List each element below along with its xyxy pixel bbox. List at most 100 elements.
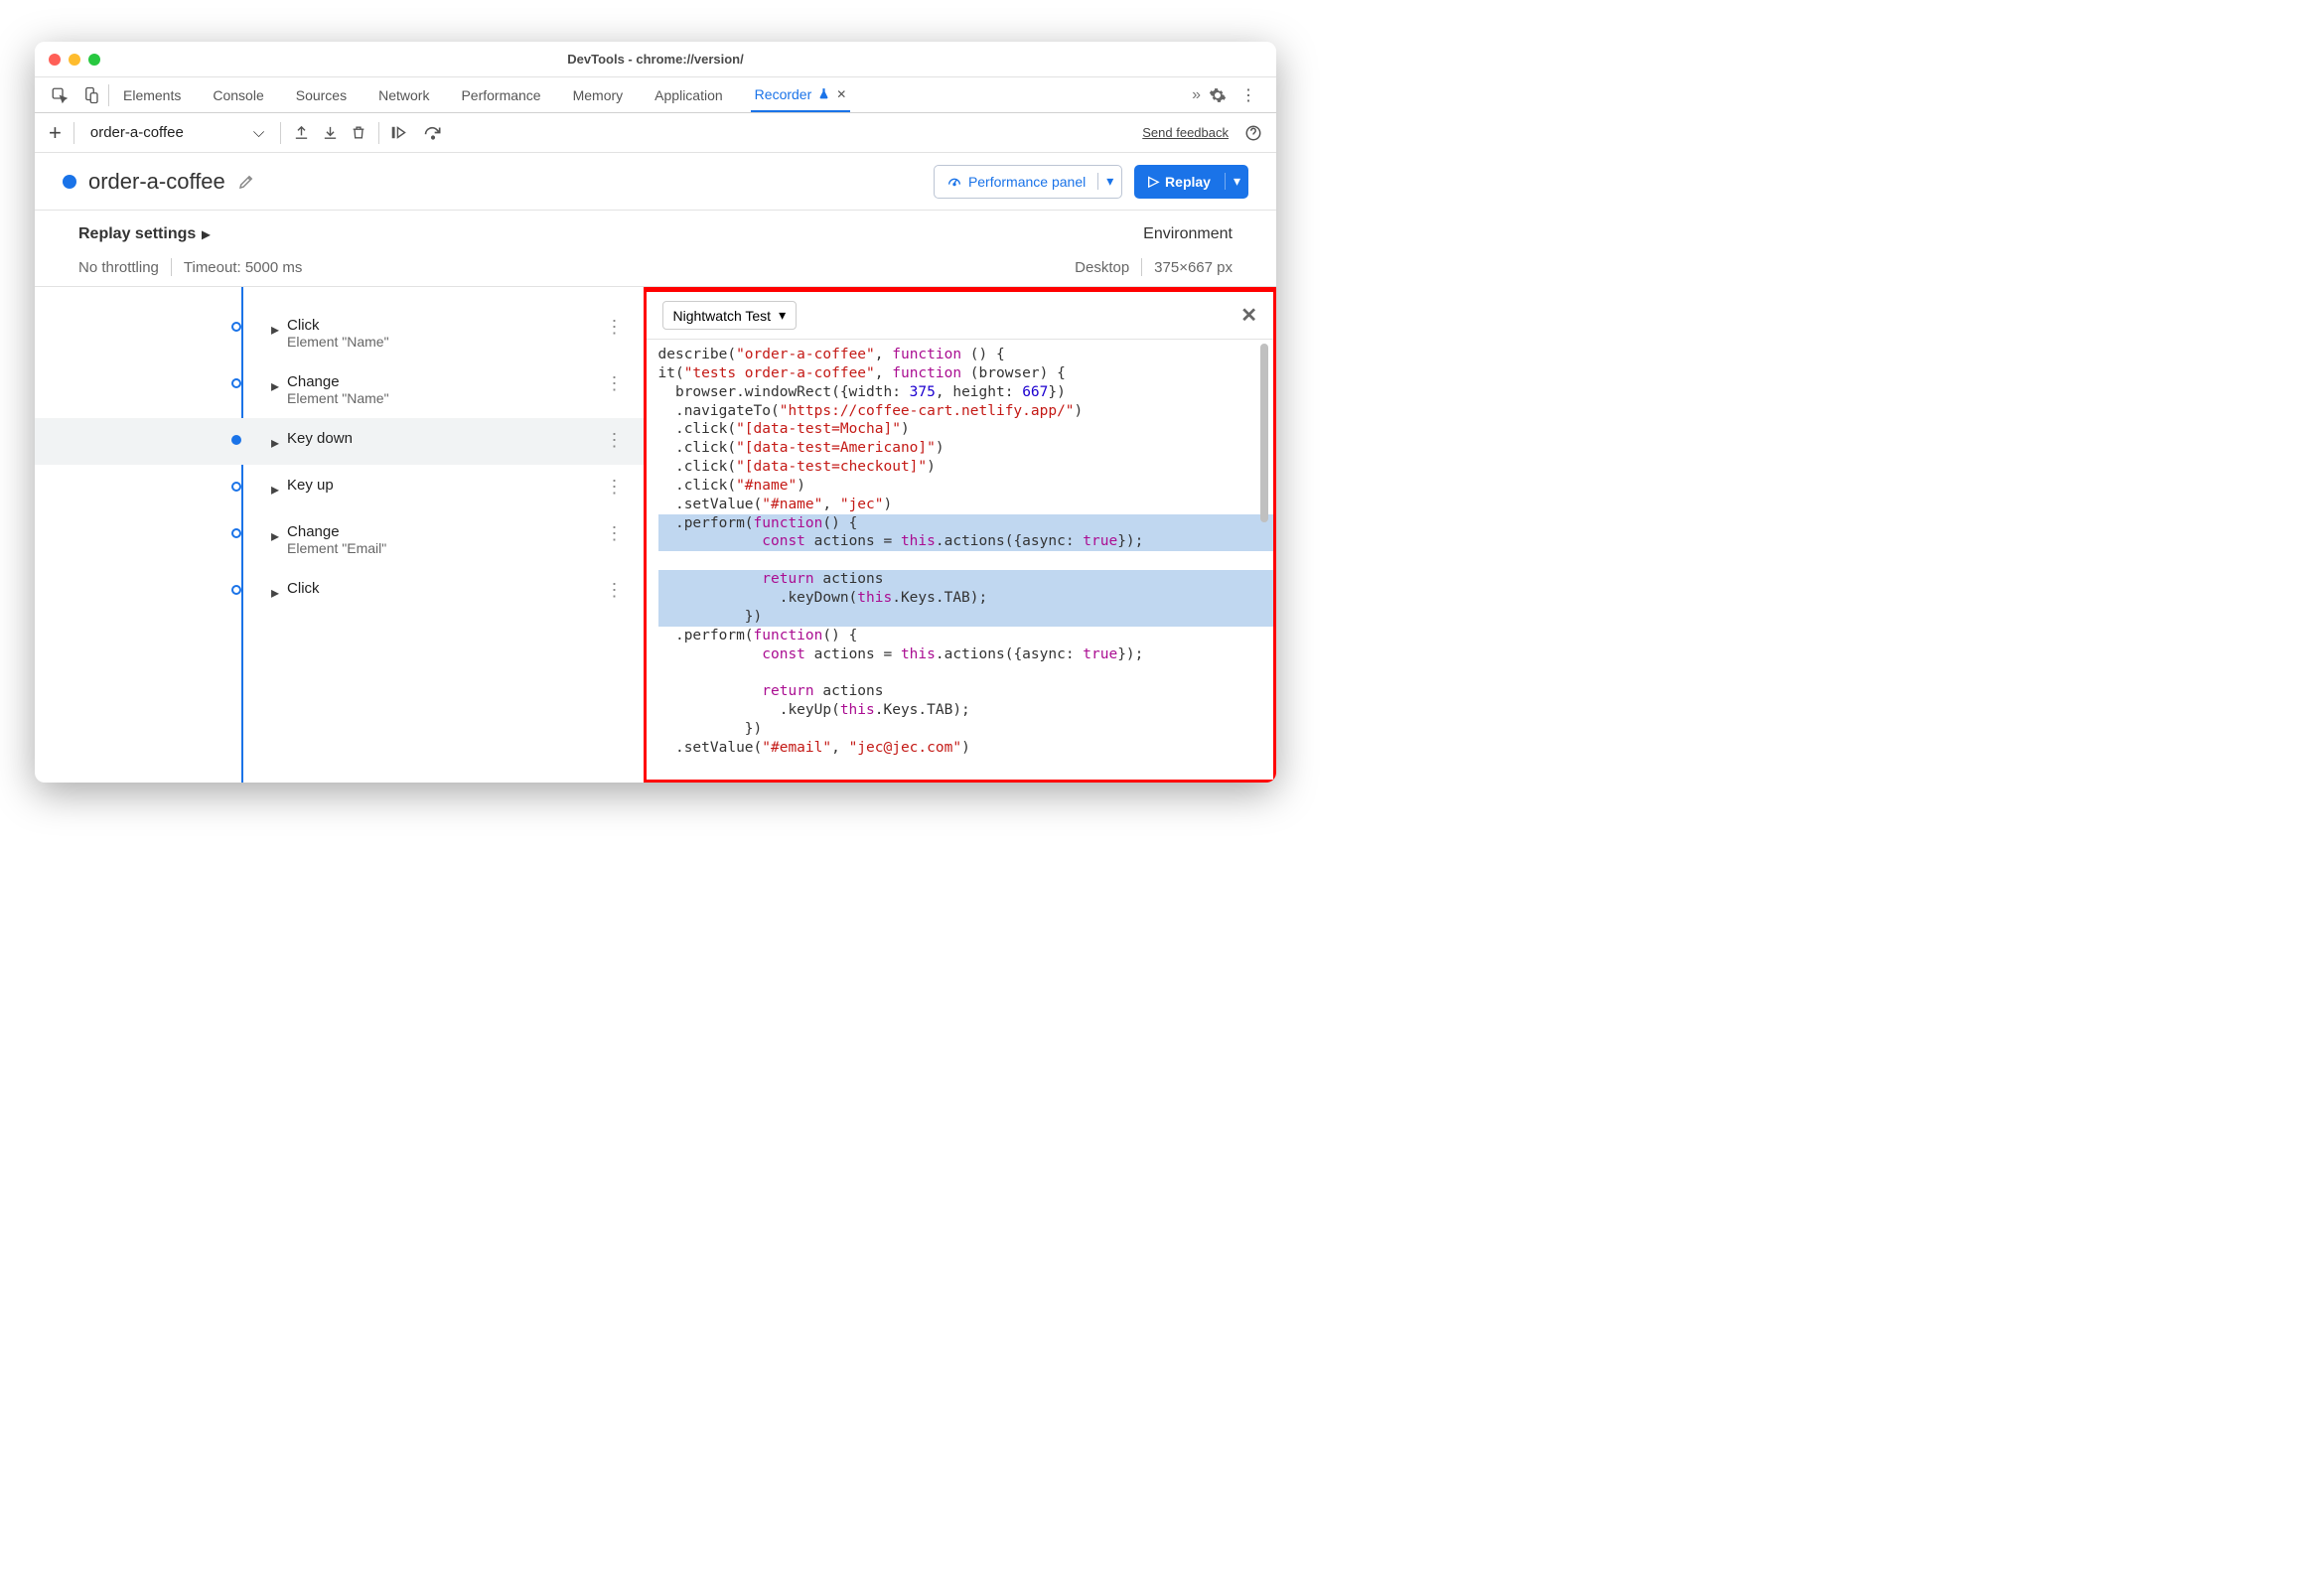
recording-selector[interactable]: order-a-coffee ⌵ xyxy=(86,124,268,141)
step-row[interactable]: ▸ ChangeElement "Email"⋮ xyxy=(35,511,644,568)
replay-button[interactable]: ▷ Replay ▾ xyxy=(1134,165,1248,199)
tab-elements[interactable]: Elements xyxy=(119,77,185,112)
device-toggle-icon[interactable] xyxy=(76,86,106,104)
step-row[interactable]: ▸ ClickElement "Name"⋮ xyxy=(35,305,644,361)
replay-settings-toggle[interactable]: Replay settings ▸ xyxy=(78,224,210,244)
gauge-icon xyxy=(946,174,962,190)
panel-tabs: Elements Console Sources Network Performance… xyxy=(35,77,1276,113)
replay-dropdown-icon[interactable]: ▾ xyxy=(1225,173,1248,190)
separator xyxy=(108,84,109,106)
step-menu-icon[interactable]: ⋮ xyxy=(606,373,624,394)
step-dot-icon xyxy=(231,322,241,332)
flask-icon xyxy=(817,87,830,100)
step-dot-icon xyxy=(231,528,241,538)
performance-panel-button[interactable]: Performance panel ▾ xyxy=(934,165,1122,199)
content-area: ▸ClickElement "Name"⋮▸ChangeElement "Nam… xyxy=(35,286,1276,783)
step-menu-icon[interactable]: ⋮ xyxy=(606,430,624,451)
performance-panel-label: Performance panel xyxy=(968,174,1086,190)
code-export-panel: Nightwatch Test ▾ ✕ describe("order-a-co… xyxy=(644,287,1277,783)
step-dot-icon xyxy=(231,482,241,492)
chevron-right-icon: ▸ xyxy=(271,433,279,453)
chevron-down-icon: ⌵ xyxy=(253,124,264,141)
titlebar: DevTools - chrome://version/ xyxy=(35,42,1276,77)
recording-header: order-a-coffee Performance panel ▾ ▷ Rep… xyxy=(35,153,1276,211)
tab-application[interactable]: Application xyxy=(651,77,727,112)
help-icon[interactable] xyxy=(1244,124,1262,142)
performance-dropdown-icon[interactable]: ▾ xyxy=(1097,173,1121,190)
env-device: Desktop xyxy=(1075,259,1129,276)
recorder-toolbar: + order-a-coffee ⌵ Send feedback xyxy=(35,113,1276,153)
separator xyxy=(378,122,379,144)
chevron-right-icon: ▸ xyxy=(271,583,279,603)
import-icon[interactable] xyxy=(322,124,339,141)
send-feedback-link[interactable]: Send feedback xyxy=(1142,125,1229,140)
close-panel-icon[interactable]: ✕ xyxy=(1240,303,1257,328)
step-dot-icon xyxy=(231,585,241,595)
step-menu-icon[interactable]: ⋮ xyxy=(606,477,624,498)
inspect-icon[interactable] xyxy=(45,86,74,104)
step-subtitle: Element "Email" xyxy=(287,540,643,556)
recording-name: order-a-coffee xyxy=(90,124,184,141)
step-title: Change xyxy=(287,523,643,540)
delete-icon[interactable] xyxy=(351,124,366,141)
minimize-window-button[interactable] xyxy=(69,54,80,66)
separator xyxy=(73,122,74,144)
step-row[interactable]: ▸Click⋮ xyxy=(35,568,644,615)
tab-performance[interactable]: Performance xyxy=(457,77,544,112)
step-menu-icon[interactable]: ⋮ xyxy=(606,317,624,338)
step-title: Key up xyxy=(287,477,643,494)
step-row[interactable]: ▸ Key down⋮ xyxy=(35,418,644,465)
scrollbar-track[interactable] xyxy=(1260,340,1270,777)
close-window-button[interactable] xyxy=(49,54,61,66)
chevron-right-icon: ▸ xyxy=(271,376,279,396)
env-dimensions: 375×667 px xyxy=(1154,259,1233,276)
kebab-menu-icon[interactable]: ⋮ xyxy=(1240,85,1256,105)
step-menu-icon[interactable]: ⋮ xyxy=(606,580,624,601)
recording-status-dot xyxy=(63,175,76,189)
steps-panel: ▸ClickElement "Name"⋮▸ChangeElement "Nam… xyxy=(35,287,644,783)
tab-memory[interactable]: Memory xyxy=(569,77,628,112)
separator xyxy=(280,122,281,144)
step-title: Click xyxy=(287,317,643,334)
new-recording-button[interactable]: + xyxy=(49,120,62,146)
chevron-down-icon: ▾ xyxy=(779,307,786,324)
export-format-label: Nightwatch Test xyxy=(673,308,772,324)
play-icon: ▷ xyxy=(1148,173,1159,190)
edit-title-icon[interactable] xyxy=(237,173,255,191)
step-subtitle: Element "Name" xyxy=(287,390,643,406)
step-over-icon[interactable] xyxy=(423,124,443,141)
settings-row: Replay settings ▸ Environment xyxy=(35,211,1276,258)
settings-subrow: No throttling Timeout: 5000 ms Desktop 3… xyxy=(35,258,1276,286)
step-menu-icon[interactable]: ⋮ xyxy=(606,523,624,544)
tab-network[interactable]: Network xyxy=(374,77,433,112)
throttling-value: No throttling xyxy=(78,259,159,276)
recording-title: order-a-coffee xyxy=(88,169,225,195)
step-dot-icon xyxy=(231,378,241,388)
tab-recorder[interactable]: Recorder✕ xyxy=(751,77,851,112)
step-row[interactable]: ▸Key up⋮ xyxy=(35,465,644,511)
export-format-dropdown[interactable]: Nightwatch Test ▾ xyxy=(662,301,798,330)
tab-console[interactable]: Console xyxy=(209,77,267,112)
step-dot-icon xyxy=(231,435,241,445)
separator xyxy=(1141,258,1142,276)
step-play-icon[interactable] xyxy=(391,124,411,141)
maximize-window-button[interactable] xyxy=(88,54,100,66)
chevron-right-icon: ▸ xyxy=(202,224,210,244)
step-row[interactable]: ▸ChangeElement "Name"⋮ xyxy=(35,361,644,418)
replay-button-label: Replay xyxy=(1165,174,1211,190)
more-tabs-icon[interactable]: » xyxy=(1186,86,1207,104)
code-body[interactable]: describe("order-a-coffee", function () {… xyxy=(647,340,1274,780)
chevron-right-icon: ▸ xyxy=(271,320,279,340)
window-title: DevTools - chrome://version/ xyxy=(35,52,1276,67)
export-icon[interactable] xyxy=(293,124,310,141)
code-panel-toolbar: Nightwatch Test ▾ ✕ xyxy=(647,292,1274,340)
scrollbar-thumb[interactable] xyxy=(1260,344,1268,522)
tab-sources[interactable]: Sources xyxy=(292,77,351,112)
devtools-window: DevTools - chrome://version/ Elements Con… xyxy=(35,42,1276,783)
step-title: Key down xyxy=(287,430,643,447)
environment-title: Environment xyxy=(1143,225,1233,243)
close-tab-icon[interactable]: ✕ xyxy=(836,87,846,101)
chevron-right-icon: ▸ xyxy=(271,526,279,546)
step-subtitle: Element "Name" xyxy=(287,334,643,350)
settings-gear-icon[interactable] xyxy=(1209,86,1227,104)
